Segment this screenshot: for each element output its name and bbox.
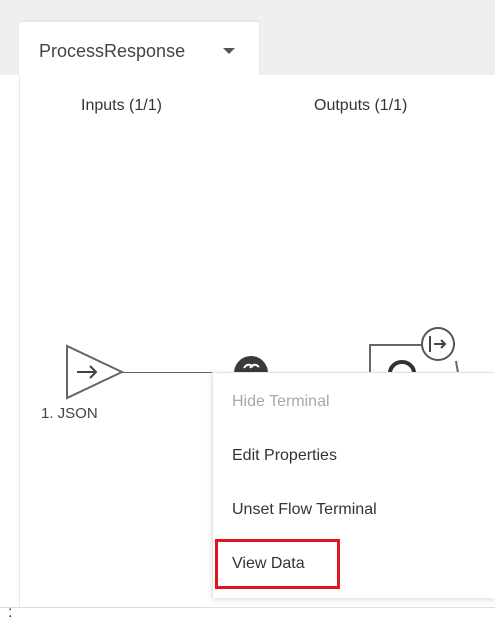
caret-down-icon[interactable] — [223, 48, 235, 54]
menu-item-hide-terminal[interactable]: Hide Terminal — [232, 393, 330, 411]
outputs-header: Outputs (1/1) — [314, 97, 408, 114]
inputs-header: Inputs (1/1) — [81, 97, 162, 114]
view-data-highlight — [215, 539, 340, 589]
menu-item-unset-flow-terminal[interactable]: Unset Flow Terminal — [232, 501, 377, 519]
footer-mark: : — [8, 604, 13, 621]
tab-title[interactable]: ProcessResponse — [39, 41, 185, 62]
input-node-label: 1. JSON — [41, 405, 98, 422]
flow-terminal-icon[interactable] — [421, 327, 455, 361]
bottom-divider — [0, 607, 495, 608]
input-terminal-node[interactable] — [64, 343, 126, 403]
menu-item-edit-properties[interactable]: Edit Properties — [232, 447, 337, 465]
output-terminal-node[interactable] — [366, 324, 466, 374]
